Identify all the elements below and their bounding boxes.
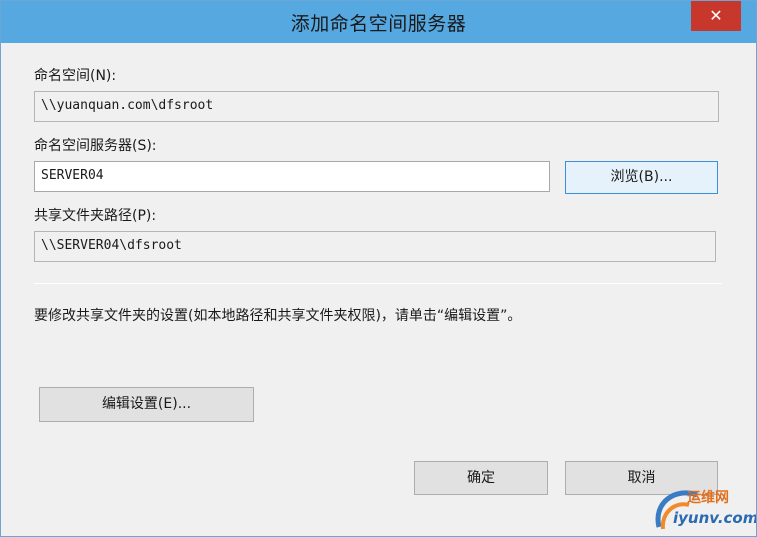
close-button[interactable]: ✕: [691, 1, 741, 31]
browse-button[interactable]: 浏览(B)...: [565, 161, 718, 194]
dialog-body: 命名空间(N): \\yuanquan.com\dfsroot 命名空间服务器(…: [9, 43, 748, 530]
namespace-server-label: 命名空间服务器(S):: [34, 138, 157, 154]
close-icon: ✕: [709, 6, 723, 25]
namespace-field: \\yuanquan.com\dfsroot: [34, 91, 719, 122]
watermark-bottom-text: iyunv.com: [673, 509, 757, 527]
namespace-label: 命名空间(N):: [34, 68, 117, 84]
shared-folder-path-field: \\SERVER04\dfsroot: [34, 231, 716, 262]
shared-folder-path-label: 共享文件夹路径(P):: [34, 208, 157, 224]
ok-button[interactable]: 确定: [414, 461, 548, 495]
watermark-logo: 运维网 iyunv.com: [649, 483, 757, 535]
separator: [34, 283, 722, 284]
title-bar[interactable]: 添加命名空间服务器 ✕: [1, 1, 756, 43]
dialog-title: 添加命名空间服务器: [290, 13, 467, 35]
edit-settings-button[interactable]: 编辑设置(E)...: [39, 387, 254, 422]
add-namespace-server-dialog: 添加命名空间服务器 ✕ 命名空间(N): \\yuanquan.com\dfsr…: [0, 0, 757, 537]
namespace-server-input[interactable]: SERVER04: [34, 161, 550, 192]
info-text: 要修改共享文件夹的设置(如本地路径和共享文件夹权限)，请单击“编辑设置”。: [34, 308, 522, 324]
watermark-top-text: 运维网: [687, 490, 729, 506]
